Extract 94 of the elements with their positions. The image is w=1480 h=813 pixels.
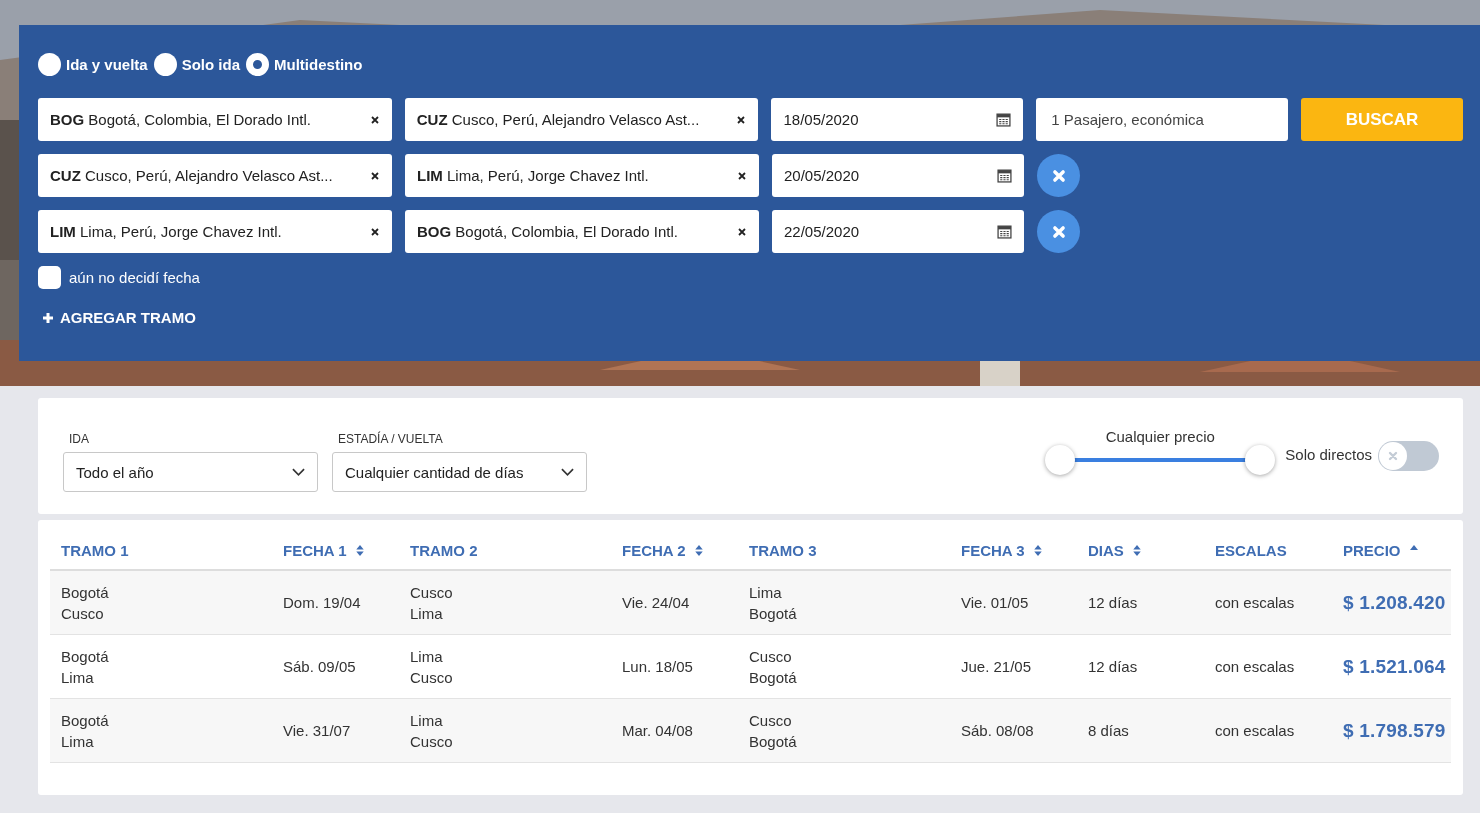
date-field[interactable]: 20/05/2020 bbox=[772, 154, 1024, 197]
origin-field[interactable]: CUZ Cusco, Perú, Alejandro Velasco Ast... bbox=[38, 154, 392, 197]
column-header[interactable]: TRAMO 3 bbox=[749, 542, 817, 559]
table-cell: con escalas bbox=[1215, 594, 1295, 611]
column-header[interactable]: TRAMO 2 bbox=[410, 542, 478, 559]
destination-field[interactable]: CUZ Cusco, Perú, Alejandro Velasco Ast... bbox=[404, 98, 759, 141]
table-cell: Lima bbox=[61, 732, 94, 750]
clear-icon[interactable] bbox=[370, 226, 380, 237]
table-cell: Lima bbox=[61, 668, 94, 686]
date-field[interactable]: 22/05/2020 bbox=[772, 210, 1024, 253]
table-cell: Bogotá bbox=[61, 711, 109, 729]
clear-icon[interactable] bbox=[369, 114, 380, 125]
origin-field[interactable]: LIM Lima, Perú, Jorge Chavez Intl. bbox=[38, 210, 392, 253]
table-cell: Jue. 21/05 bbox=[961, 658, 1032, 675]
date-field[interactable]: 18/05/2020 bbox=[771, 98, 1024, 141]
table-cell: con escalas bbox=[1215, 722, 1295, 739]
table-cell: 12 días bbox=[1088, 594, 1138, 611]
table-cell: Bogotá bbox=[749, 604, 797, 622]
table-cell: Cusco bbox=[410, 732, 453, 750]
direct-only-label: Solo directos bbox=[1285, 446, 1372, 463]
trip-type-radio[interactable]: Ida y vuelta bbox=[38, 52, 148, 76]
table-cell: Lun. 18/05 bbox=[622, 658, 693, 675]
departure-dropdown[interactable]: Todo el año bbox=[63, 452, 318, 492]
table-cell: Vie. 01/05 bbox=[961, 594, 1029, 611]
table-cell: con escalas bbox=[1215, 658, 1295, 675]
column-header[interactable]: TRAMO 1 bbox=[61, 542, 129, 559]
plus-icon bbox=[42, 311, 54, 324]
price-text: $ 1.521.064 bbox=[1343, 655, 1446, 678]
clear-icon[interactable] bbox=[736, 114, 747, 125]
sort-icon[interactable] bbox=[1032, 544, 1043, 557]
price-text: $ 1.208.420 bbox=[1343, 591, 1446, 614]
remove-leg-button[interactable] bbox=[1037, 210, 1080, 253]
table-cell: Bogotá bbox=[61, 583, 109, 601]
calendar-icon bbox=[997, 224, 1012, 239]
table-cell: Lima bbox=[410, 647, 443, 665]
table-cell: Lima bbox=[749, 583, 782, 601]
table-cell: Bogotá bbox=[61, 647, 109, 665]
calendar-icon bbox=[996, 112, 1012, 127]
table-cell: Cusco bbox=[410, 668, 453, 686]
price-slider[interactable] bbox=[1045, 444, 1276, 475]
trip-type-radio[interactable]: Multidestino bbox=[246, 52, 363, 76]
table-cell: Vie. 31/07 bbox=[283, 722, 351, 739]
column-header[interactable]: FECHA 2 bbox=[622, 542, 686, 559]
table-cell: Bogotá bbox=[749, 668, 797, 686]
direct-only-toggle[interactable] bbox=[1378, 441, 1439, 471]
stay-dropdown[interactable]: Cualquier cantidad de días bbox=[332, 452, 587, 492]
filter-label: ESTADÍA / VUELTA bbox=[338, 432, 444, 446]
table-cell: Lima bbox=[410, 604, 443, 622]
destination-field[interactable]: BOG Bogotá, Colombia, El Dorado Intl. bbox=[405, 210, 759, 253]
add-leg-button[interactable]: AGREGAR TRAMO bbox=[42, 309, 196, 326]
table-cell: Cusco bbox=[749, 711, 792, 729]
price-range-label: Cualquier precio bbox=[1105, 427, 1215, 445]
table-cell: Sáb. 09/05 bbox=[283, 658, 356, 675]
column-header[interactable]: PRECIO bbox=[1343, 542, 1401, 559]
origin-field[interactable]: BOG Bogotá, Colombia, El Dorado Intl. bbox=[38, 98, 392, 141]
table-cell: 12 días bbox=[1088, 658, 1138, 675]
price-text: $ 1.798.579 bbox=[1343, 719, 1446, 742]
sort-icon[interactable] bbox=[1131, 544, 1142, 557]
table-cell: Cusco bbox=[749, 647, 792, 665]
table-cell: Vie. 24/04 bbox=[622, 594, 690, 611]
table-cell: Mar. 04/08 bbox=[622, 722, 693, 739]
slider-handle[interactable] bbox=[1045, 444, 1076, 475]
table-cell: 8 días bbox=[1088, 722, 1129, 739]
sort-icon[interactable] bbox=[693, 544, 704, 557]
sort-ascending-icon[interactable] bbox=[1408, 543, 1419, 550]
sort-icon[interactable] bbox=[354, 544, 365, 557]
column-header[interactable]: FECHA 3 bbox=[961, 542, 1025, 559]
trip-type-radio[interactable]: Solo ida bbox=[153, 52, 241, 76]
close-icon bbox=[1388, 451, 1398, 461]
result-row[interactable]: Bogotá Lima Vie. 31/07 Lima Cusco Mar. 04/08 Cusco Bogotá Sáb. 08/08 8 días con escalas $ 1.798.579 bbox=[50, 699, 1451, 763]
clear-icon[interactable] bbox=[737, 226, 747, 237]
filter-label: IDA bbox=[69, 432, 90, 446]
result-row[interactable]: Bogotá Cusco Dom. 19/04 Cusco Lima Vie. 24/04 Lima Bogotá Vie. 01/05 12 días con escalas $ 1.208.420 bbox=[50, 571, 1451, 635]
remove-leg-button[interactable] bbox=[1037, 154, 1080, 197]
clear-icon[interactable] bbox=[737, 170, 747, 181]
column-header[interactable]: ESCALAS bbox=[1215, 542, 1287, 559]
undecided-date-checkbox[interactable]: aún no decidí fecha bbox=[38, 266, 1463, 289]
chevron-icon bbox=[292, 468, 305, 476]
chevron-icon bbox=[561, 468, 574, 476]
column-header[interactable]: FECHA 1 bbox=[283, 542, 347, 559]
clear-icon[interactable] bbox=[370, 170, 380, 181]
slider-handle[interactable] bbox=[1245, 444, 1276, 475]
table-cell: Lima bbox=[410, 711, 443, 729]
table-cell: Sáb. 08/08 bbox=[961, 722, 1034, 739]
destination-field[interactable]: LIM Lima, Perú, Jorge Chavez Intl. bbox=[405, 154, 759, 197]
table-cell: Cusco bbox=[410, 583, 453, 601]
close-icon bbox=[1051, 224, 1066, 239]
table-cell: Dom. 19/04 bbox=[283, 594, 361, 611]
passengers-field[interactable]: 1 Pasajero, económica bbox=[1036, 98, 1289, 141]
table-cell: Cusco bbox=[61, 604, 104, 622]
column-header[interactable]: DIAS bbox=[1088, 542, 1124, 559]
table-cell: Bogotá bbox=[749, 732, 797, 750]
calendar-icon bbox=[997, 168, 1012, 183]
close-icon bbox=[1051, 168, 1066, 183]
